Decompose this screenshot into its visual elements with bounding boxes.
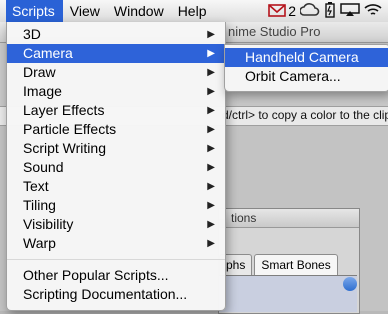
wifi-icon[interactable] (364, 3, 382, 20)
menu-item-label: Camera (23, 45, 73, 61)
panel-title: tions (231, 211, 257, 225)
menubar-view[interactable]: View (63, 0, 107, 22)
submenu-arrow-icon: ▶ (207, 105, 215, 116)
menu-item-sound[interactable]: Sound ▶ (7, 158, 225, 177)
submenu-arrow-icon: ▶ (207, 67, 215, 78)
menu-item-camera[interactable]: Camera ▶ (7, 44, 225, 63)
panel-tabs: phs Smart Bones (219, 254, 340, 275)
creative-cloud-icon[interactable] (299, 2, 320, 20)
submenu-arrow-icon: ▶ (207, 162, 215, 173)
menubar-window[interactable]: Window (107, 0, 171, 22)
menu-item-script-writing[interactable]: Script Writing ▶ (7, 139, 225, 158)
menu-item-text[interactable]: Text ▶ (7, 177, 225, 196)
menubar-scripts[interactable]: Scripts (6, 0, 63, 22)
menu-item-label: Tiling (23, 197, 56, 213)
mail-count: 2 (288, 3, 296, 19)
status-tray: 2 (268, 0, 388, 22)
menu-item-label: Image (23, 83, 62, 99)
submenu-arrow-icon: ▶ (207, 124, 215, 135)
menu-separator (7, 259, 225, 260)
mail-icon[interactable] (268, 3, 287, 20)
menu-item-label: Other Popular Scripts... (23, 267, 169, 283)
menu-item-tiling[interactable]: Tiling ▶ (7, 196, 225, 215)
menu-item-label: Visibility (23, 216, 74, 232)
menu-item-label: Layer Effects (23, 102, 105, 118)
menu-item-3d[interactable]: 3D ▶ (7, 25, 225, 44)
menu-item-label: Scripting Documentation... (23, 286, 188, 302)
menu-item-label: Warp (23, 235, 56, 251)
menu-item-visibility[interactable]: Visibility ▶ (7, 215, 225, 234)
panel-titlebar: tions (219, 209, 359, 228)
submenu-arrow-icon: ▶ (207, 86, 215, 97)
menu-item-label: Sound (23, 159, 64, 175)
menu-item-other-popular-scripts[interactable]: Other Popular Scripts... (7, 266, 225, 285)
scripts-menu: 3D ▶ Camera ▶ Draw ▶ Image ▶ Layer Effects ▶ … (6, 22, 226, 311)
menu-item-layer-effects[interactable]: Layer Effects ▶ (7, 101, 225, 120)
submenu-arrow-icon: ▶ (207, 29, 215, 40)
submenu-arrow-icon: ▶ (207, 238, 215, 249)
menu-item-label: Draw (23, 64, 56, 80)
submenu-item-orbit-camera[interactable]: Orbit Camera... (225, 67, 388, 86)
menu-item-scripting-documentation[interactable]: Scripting Documentation... (7, 285, 225, 304)
submenu-arrow-icon: ▶ (207, 143, 215, 154)
tab-smart-bones[interactable]: Smart Bones (254, 254, 338, 275)
status-hint-text: d/ctrl> to copy a color to the clip (222, 108, 388, 122)
menu-item-label: Script Writing (23, 140, 106, 156)
menu-item-warp[interactable]: Warp ▶ (7, 234, 225, 253)
menubar-help[interactable]: Help (171, 0, 214, 22)
submenu-arrow-icon: ▶ (207, 48, 215, 59)
camera-submenu: Handheld Camera Orbit Camera... (224, 44, 388, 92)
submenu-item-handheld-camera[interactable]: Handheld Camera (225, 48, 388, 67)
battery-icon[interactable] (324, 1, 336, 21)
menu-item-particle-effects[interactable]: Particle Effects ▶ (7, 120, 225, 139)
actions-panel: tions phs Smart Bones (218, 208, 360, 314)
submenu-item-label: Handheld Camera (245, 49, 359, 65)
menu-item-label: 3D (23, 26, 41, 42)
menu-item-draw[interactable]: Draw ▶ (7, 63, 225, 82)
menu-bar: Scripts View Window Help 2 (0, 0, 388, 23)
airplay-icon[interactable] (340, 2, 360, 20)
menu-item-label: Particle Effects (23, 121, 117, 137)
submenu-arrow-icon: ▶ (207, 200, 215, 211)
menu-item-image[interactable]: Image ▶ (7, 82, 225, 101)
panel-list[interactable] (219, 275, 357, 312)
scroll-arrow-icon[interactable] (343, 277, 357, 291)
submenu-arrow-icon: ▶ (207, 219, 215, 230)
submenu-arrow-icon: ▶ (207, 181, 215, 192)
submenu-item-label: Orbit Camera... (245, 68, 341, 84)
window-title: nime Studio Pro (228, 24, 321, 39)
menu-item-label: Text (23, 178, 49, 194)
